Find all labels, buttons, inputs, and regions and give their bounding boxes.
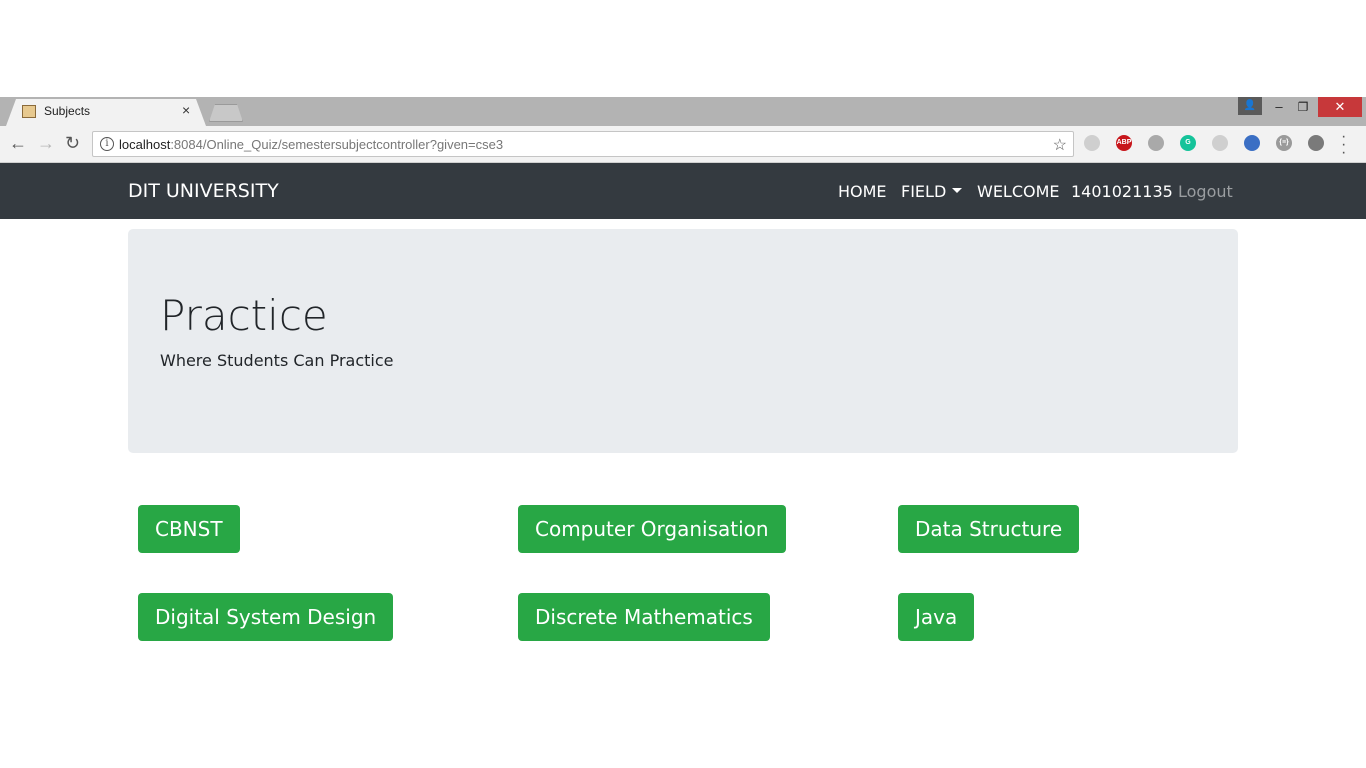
adblock-plus-icon[interactable]: ABP [1116,135,1132,151]
tab-favicon-icon [22,105,36,118]
minimize-icon[interactable]: ‒ [1268,97,1290,117]
restore-icon[interactable]: ❐ [1292,97,1314,117]
nav-user-id: 1401021135 [1071,182,1173,201]
extension-icon[interactable] [1084,135,1100,151]
bookmark-star-icon[interactable]: ☆ [1053,135,1067,155]
pdf-icon[interactable] [1212,135,1228,151]
new-tab-button[interactable] [209,104,243,122]
nav-welcome: WELCOME [977,182,1060,201]
tab-close-icon[interactable]: × [182,102,190,118]
forward-icon[interactable]: → [37,134,55,152]
page-subtitle: Where Students Can Practice [160,351,394,370]
cube-icon[interactable] [1244,135,1260,151]
extension-icon[interactable] [1148,135,1164,151]
site-navbar: DIT UNIVERSITY HOME FIELD WELCOME 140102… [0,163,1366,219]
url-text: localhost:8084/Online_Quiz/semestersubje… [119,137,504,152]
window-close-icon[interactable]: ✕ [1318,97,1362,117]
back-icon[interactable]: ← [9,134,27,152]
page-title: Practice [160,291,328,340]
browser-toolbar: ← → ↻ i localhost:8084/Online_Quiz/semes… [0,126,1366,163]
caret-down-icon [952,188,963,193]
subject-button-java[interactable]: Java [898,593,975,641]
subject-button-cbnst[interactable]: CBNST [138,505,240,553]
grammarly-icon[interactable]: G [1180,135,1196,151]
nav-field-dropdown[interactable]: FIELD [901,182,963,201]
subject-button-computer-organisation[interactable]: Computer Organisation [518,505,786,553]
browser-menu-icon[interactable]: · · · [1341,129,1346,161]
subject-button-data-structure[interactable]: Data Structure [898,505,1080,553]
reload-icon[interactable]: ↻ [65,134,80,152]
nav-home[interactable]: HOME [838,182,887,201]
top-blank-area [0,0,1366,97]
brand-logo-text[interactable]: DIT UNIVERSITY [128,180,279,202]
browser-tab[interactable] [6,99,206,126]
address-bar[interactable]: i localhost:8084/Online_Quiz/semestersub… [92,131,1074,157]
json-icon[interactable]: {≡} [1276,135,1292,151]
jumbotron: Practice Where Students Can Practice [128,229,1238,453]
info-icon[interactable]: i [100,137,114,151]
tab-title: Subjects [44,104,91,118]
browser-tab-strip: Subjects × 👤 ‒ ❐ ✕ [0,97,1366,126]
subject-button-discrete-mathematics[interactable]: Discrete Mathematics [518,593,770,641]
nav-logout[interactable]: Logout [1178,182,1233,201]
subject-button-digital-system-design[interactable]: Digital System Design [138,593,394,641]
profile-icon[interactable]: 👤 [1238,97,1262,115]
extension-icon[interactable] [1308,135,1324,151]
